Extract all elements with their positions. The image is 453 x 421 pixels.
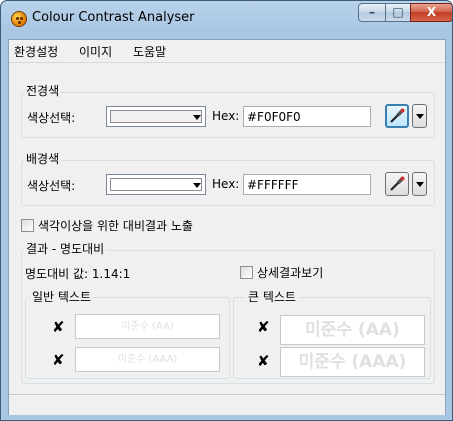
maximize-icon: □ bbox=[392, 5, 404, 19]
background-hex-label: Hex: bbox=[212, 177, 240, 191]
foreground-group-label: 전경색 bbox=[24, 82, 62, 99]
minimize-button[interactable]: – bbox=[358, 3, 386, 22]
normal-text-label: 일반 텍스트 bbox=[30, 288, 94, 305]
results-group-label: 결과 - 명도대비 bbox=[24, 240, 107, 257]
close-button[interactable]: X bbox=[410, 3, 452, 22]
eyedropper-icon bbox=[390, 108, 405, 123]
maximize-button[interactable]: □ bbox=[385, 3, 411, 22]
colorblind-checkbox[interactable] bbox=[21, 219, 34, 232]
foreground-hex-input[interactable] bbox=[243, 106, 371, 127]
client-area: 환경설정 이미지 도움말 전경색 색상선택: Hex: 배경색 색상선택: bbox=[8, 39, 446, 415]
title-bar[interactable]: Colour Contrast Analyser – □ X bbox=[1, 1, 452, 39]
large-aa-result: 미준수 (AA) bbox=[280, 315, 425, 345]
background-swatch bbox=[110, 178, 202, 191]
foreground-options-dropdown[interactable] bbox=[412, 104, 427, 128]
app-window: Colour Contrast Analyser – □ X 환경설정 이미지 … bbox=[0, 0, 453, 421]
window-title: Colour Contrast Analyser bbox=[32, 10, 195, 25]
foreground-picker-dropdown-icon[interactable] bbox=[193, 115, 201, 120]
fail-icon: ✘ bbox=[52, 318, 65, 336]
fail-icon: ✘ bbox=[257, 318, 270, 336]
foreground-eyedropper-button[interactable] bbox=[385, 104, 409, 128]
foreground-hex-label: Hex: bbox=[212, 109, 240, 123]
large-aaa-result: 미준수 (AAA) bbox=[280, 347, 425, 377]
background-eyedropper-button[interactable] bbox=[385, 172, 409, 196]
menu-image[interactable]: 이미지 bbox=[76, 43, 115, 60]
close-icon: X bbox=[426, 5, 437, 19]
fail-icon: ✘ bbox=[257, 352, 270, 370]
details-checkbox-label[interactable]: 상세결과보기 bbox=[257, 264, 323, 281]
minimize-icon: – bbox=[369, 5, 375, 19]
menu-bar: 환경설정 이미지 도움말 bbox=[9, 40, 445, 63]
chevron-down-icon bbox=[416, 182, 424, 187]
colorblind-checkbox-label[interactable]: 색각이상을 위한 대비결과 노출 bbox=[38, 217, 193, 234]
menu-settings[interactable]: 환경설정 bbox=[11, 43, 61, 60]
palette-icon bbox=[11, 11, 27, 27]
large-text-label: 큰 텍스트 bbox=[246, 288, 298, 305]
menu-help[interactable]: 도움말 bbox=[130, 43, 169, 60]
background-group-label: 배경색 bbox=[24, 150, 62, 167]
eyedropper-icon bbox=[390, 176, 405, 191]
background-picker-dropdown-icon[interactable] bbox=[193, 183, 201, 188]
foreground-picker-label: 색상선택: bbox=[27, 111, 76, 125]
details-checkbox[interactable] bbox=[240, 266, 253, 279]
normal-aaa-result: 미준수 (AAA) bbox=[75, 347, 220, 372]
background-picker-label: 색상선택: bbox=[27, 179, 76, 193]
foreground-swatch bbox=[110, 110, 202, 123]
normal-aa-result: 미준수 (AA) bbox=[75, 314, 220, 339]
status-bar bbox=[9, 394, 445, 415]
background-color-picker[interactable] bbox=[106, 174, 206, 195]
background-hex-input[interactable] bbox=[243, 174, 371, 195]
foreground-color-picker[interactable] bbox=[106, 106, 206, 127]
contrast-ratio-text: 명도대비 값: 1.14:1 bbox=[25, 267, 131, 281]
chevron-down-icon bbox=[416, 114, 424, 119]
fail-icon: ✘ bbox=[52, 351, 65, 369]
background-options-dropdown[interactable] bbox=[412, 172, 427, 196]
